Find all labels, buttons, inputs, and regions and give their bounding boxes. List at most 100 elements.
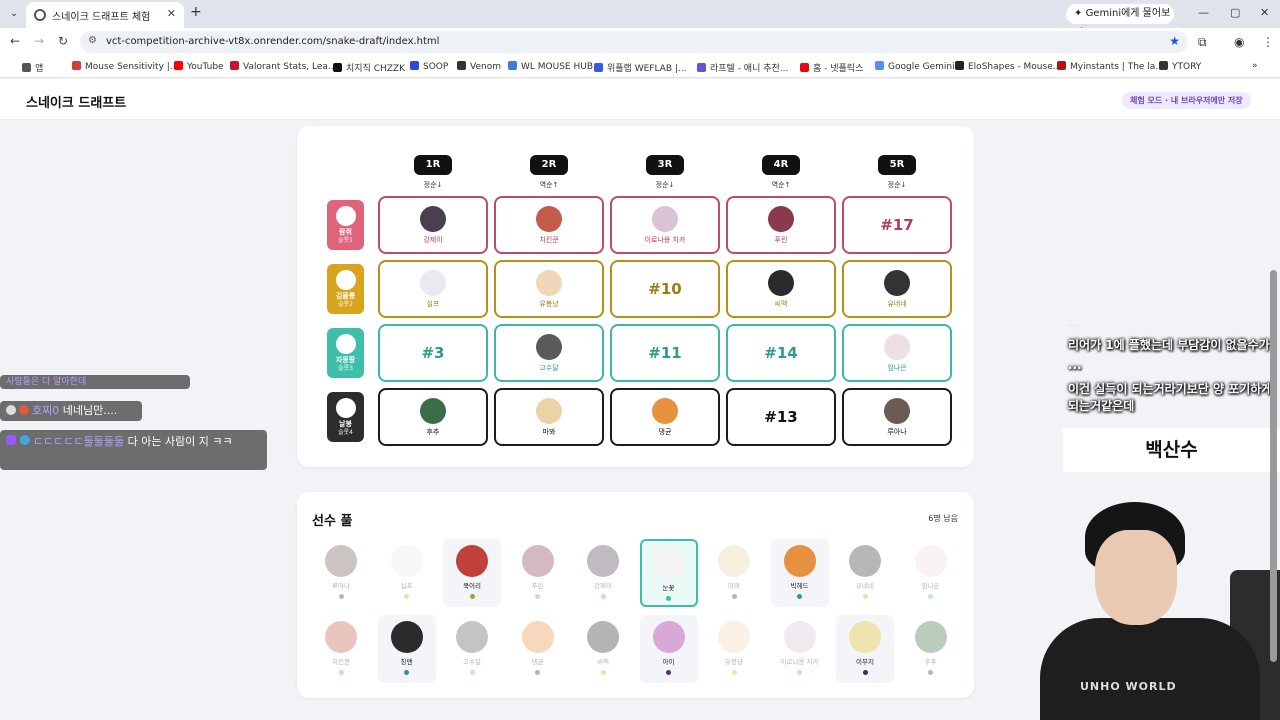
bookmark-item[interactable]: Myinstants | The la... — [1057, 61, 1164, 72]
pool-player-card[interactable]: 푸린 — [509, 539, 567, 607]
close-tab-icon[interactable]: ✕ — [167, 7, 176, 20]
drafted-player-cell[interactable]: 유봉냥 — [494, 260, 604, 318]
maximize-icon[interactable]: ▢ — [1230, 6, 1240, 19]
bookmark-item[interactable]: Google Gemini — [875, 61, 955, 72]
pool-player-card[interactable]: 빅헤드 — [770, 539, 829, 607]
team-dot — [862, 594, 868, 599]
back-icon[interactable]: ← — [10, 34, 20, 48]
new-tab-button[interactable]: + — [190, 4, 202, 20]
team-dot — [797, 670, 802, 675]
page-scrollbar[interactable] — [1270, 270, 1277, 662]
profile-icon[interactable]: ◉ — [1234, 35, 1244, 49]
pool-player-card[interactable]: 강제이 — [574, 539, 632, 607]
team-dot — [928, 594, 933, 599]
drafted-player-cell[interactable]: 고수달 — [494, 324, 604, 382]
drafted-player-cell[interactable]: 댕균 — [610, 388, 720, 446]
pool-player-card[interactable]: 치킨쿤 — [312, 615, 370, 683]
gemini-button[interactable]: ✦ Gemini에게 물어보기 — [1066, 4, 1174, 39]
browser-tab[interactable]: 스네이크 드래프트 체험 ✕ — [26, 2, 184, 28]
pool-player-card[interactable]: 실프 — [378, 539, 436, 607]
player-avatar — [456, 621, 488, 653]
empty-pick-slot[interactable]: #17 — [842, 196, 952, 254]
bookmark-favicon-icon — [230, 61, 239, 70]
drafted-player-cell[interactable]: 강제이 — [378, 196, 488, 254]
pool-player-card[interactable]: 씨맥 — [574, 615, 632, 683]
bookmark-item[interactable]: Venom — [457, 61, 501, 72]
pool-player-card[interactable]: 고수달 — [443, 615, 501, 683]
bookmark-item[interactable]: 홈 - 넷플릭스 — [800, 61, 863, 74]
pool-player-card[interactable]: 유네네 — [836, 539, 894, 607]
bookmark-item[interactable]: Mouse Sensitivity |... — [72, 61, 178, 72]
bookmark-item[interactable]: 라프텔 - 애니 추천... — [697, 61, 788, 74]
site-info-icon[interactable]: ⚙ — [88, 35, 97, 46]
drafted-player-cell[interactable]: 후추 — [378, 388, 488, 446]
forward-icon[interactable]: → — [34, 34, 44, 48]
player-avatar — [536, 206, 562, 232]
pick-number: #11 — [648, 344, 682, 362]
window-close-icon[interactable]: ✕ — [1260, 6, 1269, 19]
pool-player-card[interactable]: 쿡이리 — [443, 539, 501, 607]
bookmark-item[interactable]: SOOP — [410, 61, 448, 72]
bookmark-item[interactable]: EloShapes - Mouse... — [955, 61, 1061, 72]
bookmark-item[interactable]: 앱 — [22, 61, 43, 74]
pool-player-card[interactable]: 아이 — [639, 615, 698, 683]
round-header: 5R 정순↓ — [842, 152, 952, 190]
drafted-player-cell[interactable]: 루아나 — [842, 388, 952, 446]
page-title: 스네이크 드래프트 — [26, 96, 127, 111]
bookmark-label: 위플랩 WEFLAB |... — [607, 64, 687, 74]
tab-search-button[interactable]: ⌄ — [6, 6, 22, 22]
pool-player-card[interactable]: 눈꽃 — [639, 539, 698, 607]
player-name: 푸린 — [531, 582, 544, 590]
bookmark-item[interactable]: WL MOUSE HUB — [508, 61, 593, 72]
bookmark-favicon-icon — [333, 63, 342, 72]
bookmark-item[interactable]: YouTube — [174, 61, 224, 72]
pool-player-card[interactable]: 임나은 — [902, 539, 960, 607]
player-avatar — [420, 270, 446, 296]
pool-player-card[interactable]: 루아나 — [312, 539, 370, 607]
bookmark-item[interactable]: 치지직 CHZZK — [333, 61, 405, 74]
minimize-icon[interactable]: — — [1198, 6, 1209, 19]
more-bookmarks-icon[interactable]: » — [1252, 61, 1258, 71]
empty-pick-slot[interactable]: #3 — [378, 324, 488, 382]
bookmark-favicon-icon — [1159, 61, 1168, 70]
draft-board: 1R 정순↓ 2R 역순↑ 3R 정순↓ 4R 역순↑ 5R 정순↓ 람쥐 슬롯1 강제이 치킨쿤 이로나용… — [297, 126, 974, 467]
bookmark-item[interactable]: Valorant Stats, Lea... — [230, 61, 336, 72]
empty-pick-slot[interactable]: #11 — [610, 324, 720, 382]
drafted-player-cell[interactable]: 씨맥 — [726, 260, 836, 318]
reload-icon[interactable]: ↻ — [58, 34, 68, 48]
pool-title: 선수 풀 — [312, 514, 353, 529]
extensions-icon[interactable]: ⧉ — [1198, 35, 1207, 50]
streamer-name-banner: 백산수 — [1063, 428, 1280, 472]
bookmark-favicon-icon — [174, 61, 183, 70]
empty-pick-slot[interactable]: #13 — [726, 388, 836, 446]
drafted-player-cell[interactable]: 푸린 — [726, 196, 836, 254]
pool-player-card[interactable]: 칭맨 — [377, 615, 436, 683]
team-badge: 김올롱 슬롯2 — [327, 264, 364, 314]
pool-player-card[interactable]: 마뫄 — [705, 539, 763, 607]
drafted-player-cell[interactable]: 치킨쿤 — [494, 196, 604, 254]
drafted-player-cell[interactable]: 마뫄 — [494, 388, 604, 446]
globe-icon — [34, 9, 46, 21]
bookmark-star-icon[interactable]: ★ — [1169, 34, 1180, 48]
pool-player-card[interactable]: 후추 — [902, 615, 960, 683]
bookmark-item[interactable]: YTORY — [1159, 61, 1201, 72]
pool-player-card[interactable]: 댕균 — [509, 615, 567, 683]
team-dot — [404, 594, 409, 599]
bookmark-favicon-icon — [508, 61, 517, 70]
empty-pick-slot[interactable]: #14 — [726, 324, 836, 382]
drafted-player-cell[interactable]: 이로나용 치카 — [610, 196, 720, 254]
pool-player-card[interactable]: 이무지 — [836, 615, 894, 683]
bookmark-item[interactable]: 위플랩 WEFLAB |... — [594, 61, 687, 74]
drafted-player-cell[interactable]: 임나은 — [842, 324, 952, 382]
drafted-player-cell[interactable]: 실프 — [378, 260, 488, 318]
url-field[interactable]: ⚙ vct-competition-archive-vt8x.onrender.… — [80, 31, 1188, 53]
pick-number: #10 — [648, 280, 682, 298]
drafted-player-cell[interactable]: 유네네 — [842, 260, 952, 318]
page: 스네이크 드래프트 체험 모드 · 내 브라우저에만 저장 1R 정순↓ 2R 역순↑… — [0, 79, 1280, 720]
round-header: 3R 정순↓ — [610, 152, 720, 190]
pool-player-card[interactable]: 이로나용 치카 — [771, 615, 829, 683]
pool-player-card[interactable]: 유봉냥 — [705, 615, 763, 683]
browser-menu-icon[interactable]: ⋮ — [1262, 35, 1274, 49]
player-name: 유네네 — [856, 582, 874, 590]
empty-pick-slot[interactable]: #10 — [610, 260, 720, 318]
